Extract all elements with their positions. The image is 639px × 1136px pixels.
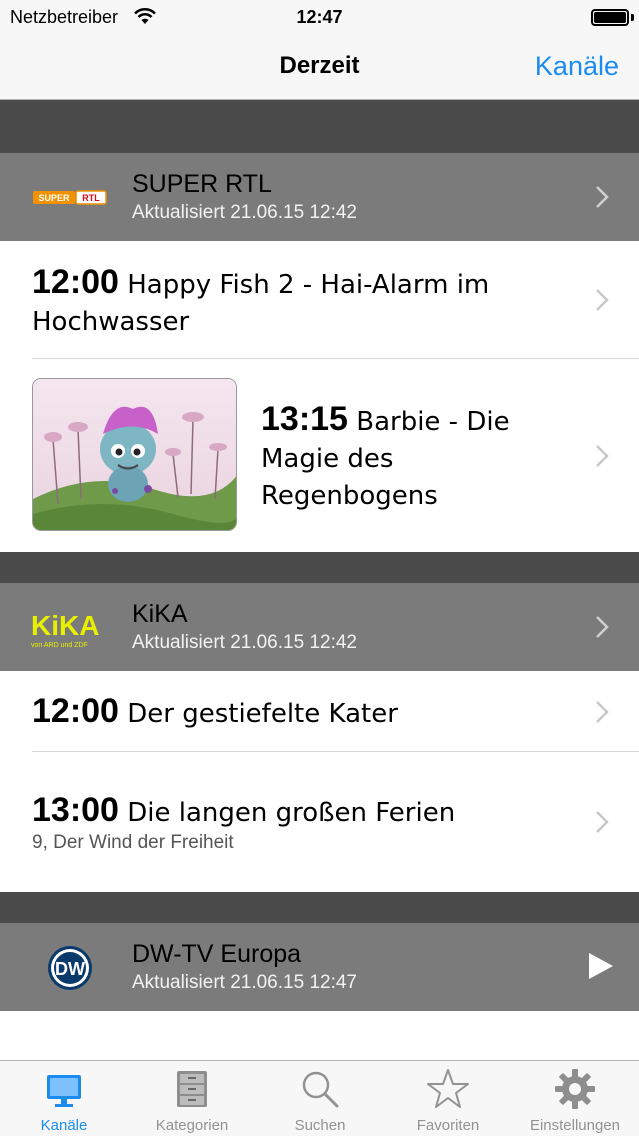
section-spacer xyxy=(0,100,639,153)
program-row[interactable]: 13:00 Die langen großen Ferien 9, Der Wi… xyxy=(0,752,639,892)
program-title: Die langen großen Ferien xyxy=(127,798,456,828)
channel-header-dw-tv[interactable]: DW DW-TV Europa Aktualisiert 21.06.15 12… xyxy=(0,923,639,1011)
status-bar: Netzbetreiber 12:47 xyxy=(0,0,639,34)
program-list[interactable]: SUPER RTL SUPER RTL Aktualisiert 21.06.1… xyxy=(0,100,639,1060)
play-icon[interactable] xyxy=(587,951,615,981)
channel-name: KiKA xyxy=(132,600,188,628)
program-image xyxy=(33,379,236,530)
tab-settings[interactable]: Einstellungen xyxy=(511,1061,639,1136)
program-time: 13:15 xyxy=(261,400,348,438)
chevron-right-icon xyxy=(596,444,609,467)
section-spacer xyxy=(0,892,639,923)
tab-bar: Kanäle Kategorien Suchen Favoriten Einst… xyxy=(0,1060,639,1136)
section-spacer xyxy=(0,552,639,583)
chevron-right-icon xyxy=(596,700,609,723)
star-icon xyxy=(427,1069,469,1108)
tab-categories[interactable]: Kategorien xyxy=(128,1061,256,1136)
channel-updated: Aktualisiert 21.06.15 12:42 xyxy=(132,632,357,653)
program-subtitle: 9, Der Wind der Freiheit xyxy=(32,832,234,853)
logo-text: RTL xyxy=(82,193,100,203)
channel-header-super-rtl[interactable]: SUPER RTL SUPER RTL Aktualisiert 21.06.1… xyxy=(0,153,639,241)
channel-header-kika[interactable]: KiKA von ARD und ZDF KiKA Aktualisiert 2… xyxy=(0,583,639,671)
cabinet-icon xyxy=(177,1071,207,1107)
kika-logo: KiKA von ARD und ZDF xyxy=(31,610,99,649)
tv-icon xyxy=(47,1075,81,1107)
logo-text: KiKA xyxy=(31,610,99,641)
gear-icon xyxy=(555,1069,595,1109)
program-text: 13:00 Die langen großen Ferien xyxy=(32,792,575,832)
tab-channels[interactable]: Kanäle xyxy=(0,1061,128,1136)
channel-name: DW-TV Europa xyxy=(132,940,302,968)
battery-tip xyxy=(631,14,634,21)
chevron-right-icon xyxy=(596,289,609,311)
program-row[interactable]: 13:15 Barbie - Die Magie des Regenbogens xyxy=(0,359,639,552)
program-thumbnail xyxy=(32,378,237,531)
program-text: 12:00 Happy Fish 2 - Hai-Alarm im Hochwa… xyxy=(32,264,575,341)
tab-label: Favoriten xyxy=(416,1117,480,1134)
search-icon xyxy=(302,1071,339,1108)
super-rtl-logo: SUPER RTL xyxy=(33,190,107,205)
program-time: 13:00 xyxy=(32,791,119,829)
tab-label: Kategorien xyxy=(155,1117,229,1134)
channels-button[interactable]: Kanäle xyxy=(535,51,619,82)
program-time: 12:00 xyxy=(32,692,119,730)
logo-text: SUPER xyxy=(38,193,70,203)
channel-updated: Aktualisiert 21.06.15 12:42 xyxy=(132,202,357,223)
logo-text: DW xyxy=(55,959,85,979)
tab-search[interactable]: Suchen xyxy=(256,1061,384,1136)
tab-label: Suchen xyxy=(294,1117,346,1134)
tab-favorites[interactable]: Favoriten xyxy=(384,1061,512,1136)
logo-text: von ARD und ZDF xyxy=(31,642,88,649)
program-row[interactable]: 12:00 Happy Fish 2 - Hai-Alarm im Hochwa… xyxy=(0,241,639,359)
program-row[interactable]: 12:00 Der gestiefelte Kater xyxy=(0,671,639,752)
program-title: Der gestiefelte Kater xyxy=(127,699,398,729)
chevron-right-icon xyxy=(596,811,609,833)
program-row[interactable] xyxy=(0,1011,639,1060)
dw-logo: DW xyxy=(48,946,92,990)
battery-icon xyxy=(591,9,629,26)
navigation-bar: Derzeit Kanäle xyxy=(0,34,639,100)
program-text: 13:15 Barbie - Die Magie des Regenbogens xyxy=(261,401,575,515)
chevron-right-icon xyxy=(596,186,609,208)
clock: 12:47 xyxy=(296,7,343,27)
channel-name: SUPER RTL xyxy=(132,170,272,198)
chevron-right-icon xyxy=(596,616,609,638)
tab-label: Kanäle xyxy=(40,1117,88,1134)
tab-label: Einstellungen xyxy=(529,1117,621,1134)
program-text: 12:00 Der gestiefelte Kater xyxy=(32,693,575,733)
program-time: 12:00 xyxy=(32,263,119,301)
channel-updated: Aktualisiert 21.06.15 12:47 xyxy=(132,972,357,993)
